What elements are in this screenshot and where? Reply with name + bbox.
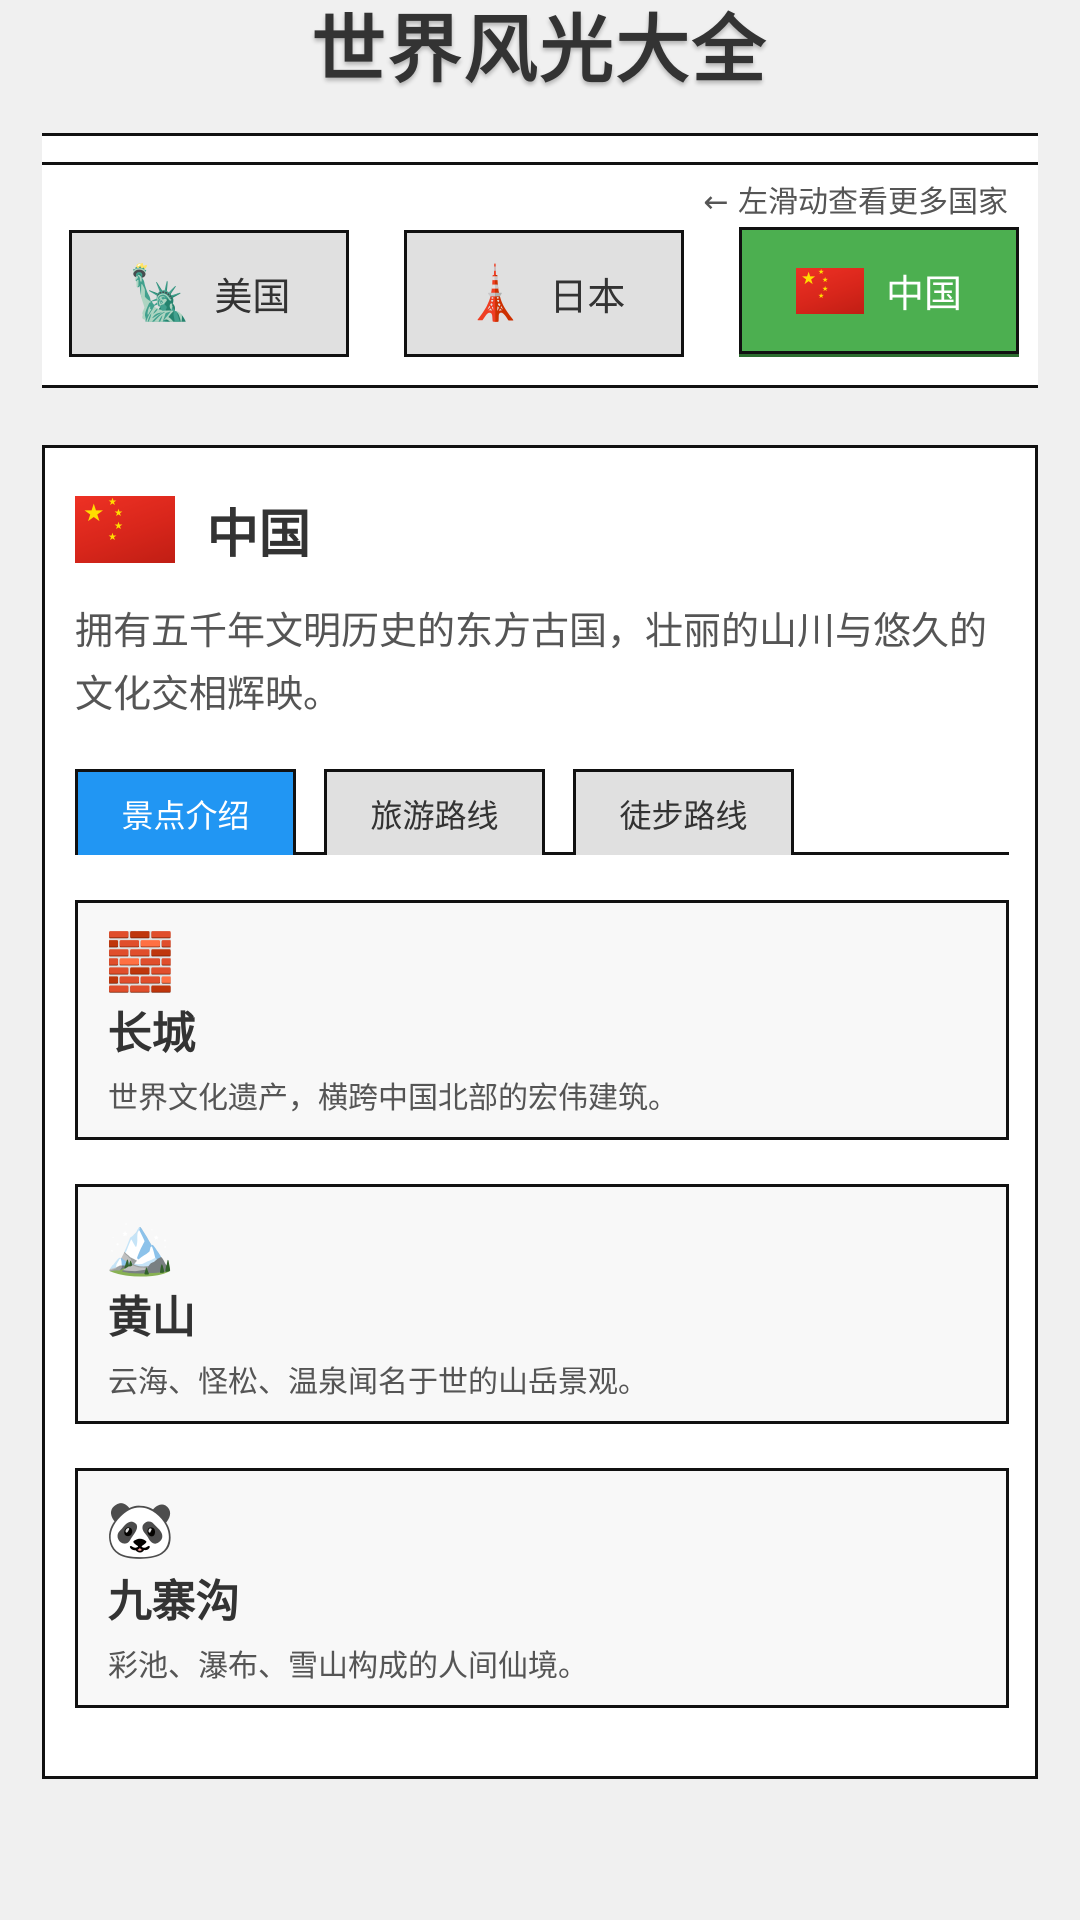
- spot-card-great-wall[interactable]: 🧱 长城 世界文化遗产，横跨中国北部的宏伟建筑。: [75, 900, 1009, 1140]
- statue-of-liberty-icon: 🗽: [127, 263, 193, 324]
- spot-card-huangshan[interactable]: 🏔️ 黄山 云海、怪松、温泉闻名于世的山岳景观。: [75, 1184, 1009, 1424]
- country-detail-card: ★ ★ ★ ★ ★ 中国 拥有五千年文明历史的东方古国，壮丽的山川与悠久的文化交…: [42, 445, 1038, 1779]
- tokyo-tower-icon: 🗼: [462, 263, 528, 324]
- country-button-china[interactable]: ★ ★ ★ ★ ★ 中国: [739, 227, 1019, 354]
- spot-title: 长城: [108, 1008, 196, 1059]
- spot-title: 九寨沟: [108, 1576, 240, 1627]
- china-flag-icon: ★ ★ ★ ★ ★: [795, 267, 864, 314]
- country-header: ★ ★ ★ ★ ★ 中国: [75, 492, 311, 567]
- content-tabs: 景点介绍 旅游路线 徒步路线: [75, 769, 1009, 855]
- tab-attractions[interactable]: 景点介绍: [75, 769, 296, 855]
- china-flag-icon: ★ ★ ★ ★ ★: [75, 496, 175, 563]
- brick-icon: 🧱: [105, 930, 175, 995]
- spot-description: 彩池、瀑布、雪山构成的人间仙境。: [108, 1649, 588, 1684]
- country-button-usa[interactable]: 🗽 美国: [69, 230, 349, 357]
- spot-title: 黄山: [108, 1292, 196, 1343]
- country-button-label: 中国: [885, 272, 962, 316]
- tab-travel-routes[interactable]: 旅游路线: [324, 769, 545, 855]
- country-button-label: 日本: [549, 275, 626, 319]
- country-button-label: 美国: [214, 275, 291, 319]
- country-description: 拥有五千年文明历史的东方古国，壮丽的山川与悠久的文化交相辉映。: [75, 609, 988, 716]
- top-divider-strip: [42, 133, 1038, 165]
- country-selector[interactable]: ← 左滑动查看更多国家 🗽 美国 🗼 日本 ★ ★ ★ ★ ★ 中国: [42, 165, 1038, 388]
- mountain-icon: 🏔️: [105, 1214, 175, 1279]
- tab-hiking-routes[interactable]: 徒步路线: [573, 769, 794, 855]
- panda-icon: 🐼: [105, 1498, 175, 1563]
- country-button-japan[interactable]: 🗼 日本: [404, 230, 684, 357]
- page-title: 世界风光大全: [312, 7, 768, 93]
- spot-description: 云海、怪松、温泉闻名于世的山岳景观。: [108, 1365, 648, 1400]
- spot-card-jiuzhaigou[interactable]: 🐼 九寨沟 彩池、瀑布、雪山构成的人间仙境。: [75, 1468, 1009, 1708]
- swipe-hint: ← 左滑动查看更多国家: [703, 185, 1008, 220]
- country-name: 中国: [207, 505, 312, 565]
- spot-description: 世界文化遗产，横跨中国北部的宏伟建筑。: [108, 1081, 678, 1116]
